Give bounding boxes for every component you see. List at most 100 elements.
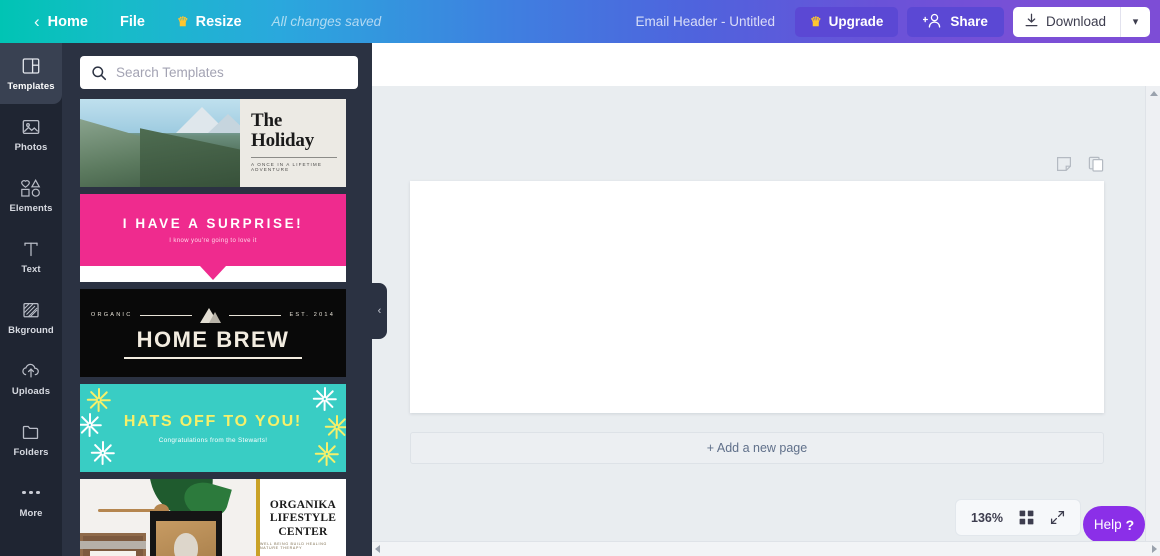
template-title: I HAVE A SURPRISE! [122,216,304,231]
notes-icon[interactable] [1055,155,1073,173]
canvas-top-strip [372,43,1160,86]
template-card-the-holiday[interactable]: The Holiday A ONCE IN A LIFETIME ADVENTU… [80,99,346,187]
expand-arrows-icon[interactable] [1050,510,1065,525]
triangle-right-icon[interactable] [1152,545,1157,553]
template-title: HOME BREW [136,326,290,352]
sidebar-rail: Templates Photos Elements Text Bkground … [0,43,62,556]
text-icon [21,238,41,259]
scroll-up-button[interactable] [1146,86,1160,101]
sidebar-item-label: Templates [7,81,55,92]
template-card-home-brew[interactable]: ORGANIC EST. 2014 HOME BREW [80,289,346,377]
template-title-line3: CENTER [278,525,328,538]
sparkle-icon [90,440,116,466]
photo-icon [21,116,41,137]
template-text-block: ORGANIKA LIFESTYLE CENTER WELL BEING BUI… [260,479,346,556]
sparkle-icon [314,441,340,467]
template-subtitle: WELL BEING BUILD HEALING NATURE THERAPY [260,542,327,551]
resize-button[interactable]: ♛ Resize [161,0,258,43]
triangle-left-icon[interactable] [375,545,380,553]
cloud-upload-icon [20,360,42,381]
grid-view-icon[interactable] [1019,510,1034,525]
sidebar-item-text[interactable]: Text [0,226,62,287]
divider [251,157,337,158]
share-button[interactable]: Share [907,6,1004,37]
download-label: Download [1045,14,1106,29]
add-new-page-button[interactable]: + Add a new page [410,432,1104,464]
folder-icon [21,421,41,442]
template-subtitle: A ONCE IN A LIFETIME ADVENTURE [251,162,323,172]
sidebar-item-elements[interactable]: Elements [0,165,62,226]
triangle-up-icon [1149,91,1158,96]
mountain-icon [200,307,222,323]
download-button-group: Download ▾ [1012,6,1150,37]
upgrade-button[interactable]: ♛ Upgrade [795,6,899,37]
sidebar-item-uploads[interactable]: Uploads [0,348,62,409]
divider [124,356,302,359]
template-title-line1: ORGANIKA [269,498,337,511]
template-text-block: I HAVE A SURPRISE! I know you're going t… [80,194,346,266]
elements-icon [20,177,42,198]
template-kicker-right: EST. 2014 [289,312,336,318]
help-label: Help [1093,517,1122,532]
file-menu-button[interactable]: File [104,0,161,43]
add-new-page-label: + Add a new page [706,441,808,455]
background-icon [21,299,41,320]
vertical-scrollbar[interactable] [1145,86,1160,556]
template-arrow-shape [200,266,226,280]
horizontal-scrollbar[interactable] [372,541,1160,556]
help-button[interactable]: Help ? [1083,506,1145,543]
template-kicker-row: ORGANIC EST. 2014 [90,307,336,323]
template-card-hats-off-to-you[interactable]: HATS OFF TO YOU! Congratulations from th… [80,384,346,472]
panel-collapse-button[interactable]: ‹ [372,283,387,339]
template-list: The Holiday A ONCE IN A LIFETIME ADVENTU… [62,99,372,556]
divider [229,314,282,316]
search-box[interactable] [80,56,358,89]
sidebar-item-label: Text [21,264,41,275]
template-kicker-left: ORGANIC [90,312,133,318]
sparkle-icon [86,387,112,413]
template-thumbnail-image [80,99,240,187]
sidebar-item-label: More [19,508,43,519]
zoom-level-label[interactable]: 136% [971,511,1003,525]
sparkle-icon [324,414,346,440]
download-button[interactable]: Download [1013,7,1120,37]
template-card-organika-lifestyle-center[interactable]: ORGANIKA LIFESTYLE CENTER WELL BEING BUI… [80,479,346,556]
template-title-line1: The [251,110,283,131]
add-person-icon [922,13,942,31]
top-toolbar-left: ‹ Home File ♛ Resize All changes saved [0,0,381,43]
search-input[interactable] [116,57,346,88]
home-button[interactable]: ‹ Home [18,0,104,43]
sidebar-item-bkground[interactable]: Bkground [0,287,62,348]
sidebar-item-label: Folders [13,447,49,458]
home-label: Home [47,13,88,30]
resize-label: Resize [195,13,242,30]
chevron-left-icon: ‹ [34,12,40,31]
template-card-i-have-a-surprise[interactable]: I HAVE A SURPRISE! I know you're going t… [80,194,346,282]
crown-icon: ♛ [176,14,189,29]
sidebar-item-more[interactable]: More [0,470,62,531]
canvas-workspace: + Add a new page 136% Help ? [372,43,1160,556]
download-icon [1025,13,1038,30]
chevron-down-icon[interactable]: ▾ [1120,6,1150,37]
sidebar-item-label: Uploads [11,386,51,397]
sidebar-item-photos[interactable]: Photos [0,104,62,165]
top-toolbar-right: Email Header - Untitled ♛ Upgrade Share [635,0,1160,43]
sidebar-item-folders[interactable]: Folders [0,409,62,470]
templates-panel: The Holiday A ONCE IN A LIFETIME ADVENTU… [62,43,372,556]
design-canvas-page[interactable] [410,181,1104,413]
ellipsis-icon [22,482,40,503]
zoom-controls: 136% [955,499,1081,536]
sidebar-item-label: Elements [9,203,53,214]
template-title-line2: LIFESTYLE [269,512,337,525]
duplicate-page-icon[interactable] [1087,155,1105,173]
template-title: HATS OFF TO YOU! [123,412,303,430]
search-container [62,43,372,99]
upgrade-label: Upgrade [828,14,884,29]
crown-icon: ♛ [810,14,822,29]
chevron-left-icon: ‹ [377,305,382,317]
divider [140,314,193,316]
document-title[interactable]: Email Header - Untitled [635,14,775,29]
file-label: File [119,13,145,30]
templates-icon [21,55,41,76]
sidebar-item-templates[interactable]: Templates [0,43,62,104]
